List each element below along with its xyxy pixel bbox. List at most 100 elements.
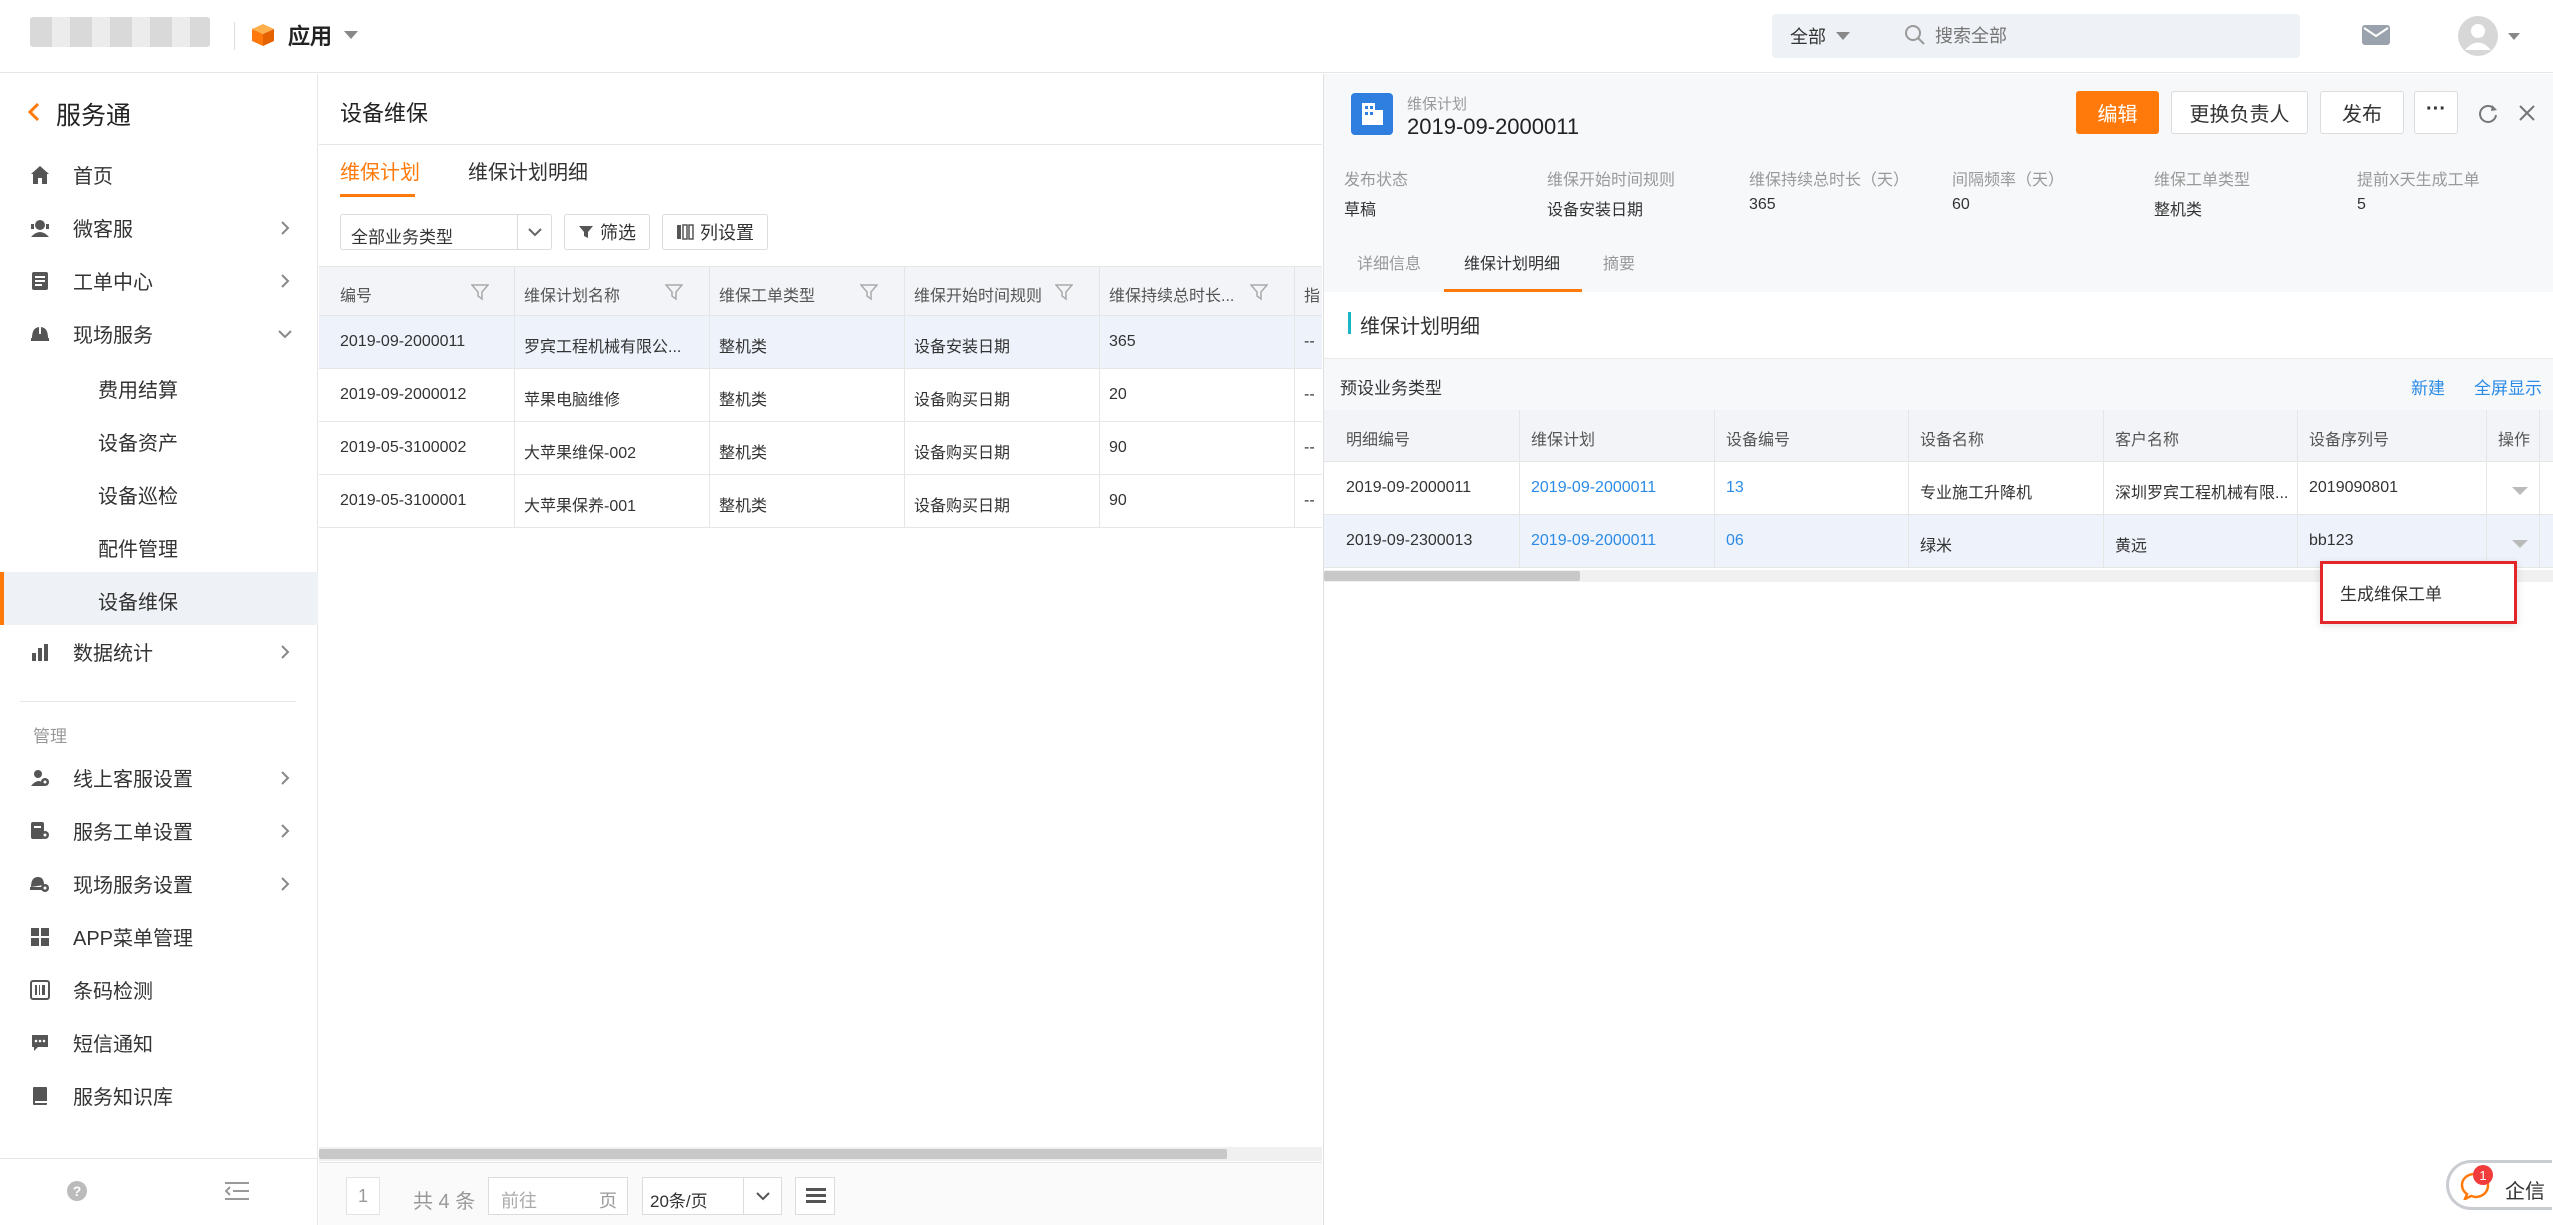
cell-plan-link[interactable]: 2019-09-2000011 bbox=[1531, 532, 1656, 550]
cell-plan-link[interactable]: 2019-09-2000011 bbox=[1531, 479, 1656, 497]
chevron-right-icon bbox=[280, 876, 290, 892]
collapse-menu-icon[interactable] bbox=[225, 1181, 249, 1201]
sidebar-item-label: 线上客服设置 bbox=[73, 769, 193, 791]
horizontal-scrollbar-thumb[interactable] bbox=[319, 1149, 1227, 1159]
row-action-caret-icon[interactable] bbox=[2512, 487, 2528, 495]
horizontal-scrollbar-thumb[interactable] bbox=[1324, 571, 1580, 581]
sidebar-item-ticket-center[interactable]: 工单中心 bbox=[0, 254, 318, 307]
avatar[interactable] bbox=[2457, 15, 2499, 57]
sidebar-back-link[interactable]: 服务通 bbox=[0, 88, 318, 138]
fullscreen-link[interactable]: 全屏显示 bbox=[2474, 374, 2542, 399]
sidebar-item-knowledge-base[interactable]: 服务知识库 bbox=[0, 1069, 318, 1122]
cell-device-no-link[interactable]: 13 bbox=[1726, 479, 1744, 497]
table-row[interactable]: 2019-05-3100001 大苹果保养-001 整机类 设备购买日期 90 … bbox=[319, 475, 1322, 528]
table-row[interactable]: 2019-09-2000011 2019-09-2000011 13 专业施工升… bbox=[1324, 462, 2553, 515]
column-settings-button[interactable]: 列设置 bbox=[662, 214, 768, 250]
filter-icon[interactable] bbox=[860, 283, 878, 301]
sidebar-subitem-assets[interactable]: 设备资产 bbox=[0, 413, 318, 466]
tab-maintenance-plan-detail[interactable]: 维保计划明细 bbox=[468, 156, 588, 198]
divider bbox=[517, 215, 518, 249]
sidebar-item-field-service[interactable]: 现场服务 bbox=[0, 307, 318, 360]
business-type-select[interactable]: 全部业务类型 bbox=[340, 214, 552, 250]
table-row[interactable]: 2019-09-2000011 罗宾工程机械有限公... 整机类 设备安装日期 … bbox=[319, 316, 1322, 369]
sidebar-item-online-service-settings[interactable]: 线上客服设置 bbox=[0, 751, 318, 804]
cell-id: 2019-09-2000012 bbox=[340, 386, 467, 403]
filter-icon[interactable] bbox=[1055, 283, 1073, 301]
tab-label: 维保计划 bbox=[340, 162, 420, 184]
app-switcher[interactable]: 应用 bbox=[250, 18, 359, 52]
sidebar-item-barcode[interactable]: 条码检测 bbox=[0, 963, 318, 1016]
new-link[interactable]: 新建 bbox=[2411, 374, 2445, 399]
sidebar-item-statistics[interactable]: 数据统计 bbox=[0, 625, 318, 678]
divider bbox=[319, 144, 1322, 145]
cell-name: 大苹果维保-002 bbox=[524, 445, 637, 462]
chevron-right-icon bbox=[280, 644, 290, 660]
filter-icon[interactable] bbox=[1250, 283, 1268, 301]
cell-duration: 90 bbox=[1109, 492, 1127, 509]
refresh-icon[interactable] bbox=[2477, 102, 2499, 124]
more-button[interactable]: ··· bbox=[2414, 91, 2458, 134]
column-divider bbox=[1908, 410, 1909, 568]
publish-button[interactable]: 发布 bbox=[2320, 91, 2404, 134]
caret-down-icon[interactable] bbox=[2508, 33, 2520, 40]
filter-icon[interactable] bbox=[471, 283, 489, 301]
sidebar-item-app-menu[interactable]: APP菜单管理 bbox=[0, 910, 318, 963]
cell-duration: 90 bbox=[1109, 439, 1127, 456]
search-input[interactable] bbox=[1935, 18, 2285, 54]
building-icon bbox=[1351, 93, 1393, 135]
close-icon[interactable] bbox=[2517, 103, 2537, 123]
sidebar-item-wechat-service[interactable]: 微客服 bbox=[0, 201, 318, 254]
cell-serial: bb123 bbox=[2309, 532, 2354, 549]
table-row[interactable]: 2019-05-3100002 大苹果维保-002 整机类 设备购买日期 90 … bbox=[319, 422, 1322, 475]
columns-label: 列设置 bbox=[700, 223, 754, 243]
grid-icon bbox=[30, 927, 50, 947]
columns-icon bbox=[676, 224, 694, 240]
field-label: 间隔频率（天） bbox=[1952, 172, 2065, 189]
sidebar-item-label: 微客服 bbox=[73, 219, 133, 241]
tab-active-underline bbox=[1444, 289, 1582, 292]
edit-button[interactable]: 编辑 bbox=[2076, 91, 2159, 134]
tab-summary[interactable]: 摘要 bbox=[1603, 250, 1635, 292]
cell-device-no-link[interactable]: 06 bbox=[1726, 532, 1744, 550]
page-number[interactable]: 1 bbox=[346, 1177, 380, 1215]
page-size-select[interactable]: 20条/页 bbox=[642, 1177, 782, 1215]
sidebar-subitem-inspection[interactable]: 设备巡检 bbox=[0, 466, 318, 519]
row-action-caret-icon[interactable] bbox=[2512, 540, 2528, 548]
cell-serial: 2019090801 bbox=[2309, 479, 2398, 496]
field-start-rule: 维保开始时间规则 设备安装日期 bbox=[1547, 166, 1675, 220]
sidebar: 服务通 首页 微客服 工单中心 现场服务 费用结算 设备资产 设备巡检 配件管理… bbox=[0, 74, 318, 1225]
search-scope-select[interactable]: 全部 bbox=[1790, 14, 1850, 58]
divider bbox=[0, 1158, 318, 1159]
help-icon[interactable]: ? bbox=[66, 1180, 88, 1202]
column-divider bbox=[904, 316, 905, 528]
generate-maintenance-ticket-menu-item[interactable]: 生成维保工单 bbox=[2323, 564, 2514, 621]
table-row[interactable]: 2019-09-2000012 苹果电脑维修 整机类 设备购买日期 20 -- bbox=[319, 369, 1322, 422]
density-toggle-button[interactable] bbox=[795, 1177, 835, 1215]
cell-type: 整机类 bbox=[719, 392, 768, 409]
sidebar-item-ticket-settings[interactable]: 服务工单设置 bbox=[0, 804, 318, 857]
detail-subheader: 预设业务类型 新建 全屏显示 bbox=[1324, 358, 2553, 410]
change-owner-button[interactable]: 更换负责人 bbox=[2171, 91, 2308, 134]
sidebar-item-home[interactable]: 首页 bbox=[0, 148, 318, 201]
tab-label: 详细信息 bbox=[1357, 256, 1422, 273]
barcode-icon bbox=[30, 980, 50, 1000]
filter-icon[interactable] bbox=[665, 283, 683, 301]
mail-icon[interactable] bbox=[2361, 22, 2391, 48]
field-label: 维保工单类型 bbox=[2154, 172, 2251, 189]
sidebar-item-field-service-settings[interactable]: 现场服务设置 bbox=[0, 857, 318, 910]
column-header: 设备序列号 bbox=[2309, 432, 2390, 449]
sidebar-subitem-expense[interactable]: 费用结算 bbox=[0, 360, 318, 413]
filter-button[interactable]: 筛选 bbox=[564, 214, 650, 250]
tab-plan-detail-active[interactable]: 维保计划明细 bbox=[1444, 250, 1582, 292]
sidebar-subitem-parts[interactable]: 配件管理 bbox=[0, 519, 318, 572]
cell-rule: 设备购买日期 bbox=[914, 392, 1011, 409]
field-total-duration: 维保持续总时长（天） 365 bbox=[1749, 166, 1909, 214]
chat-widget[interactable]: 1 企信 bbox=[2446, 1160, 2552, 1210]
tab-maintenance-plan[interactable]: 维保计划 bbox=[340, 156, 420, 198]
goto-page-input[interactable]: 前往 页 bbox=[488, 1177, 628, 1215]
column-header: 明细编号 bbox=[1346, 432, 1411, 449]
field-value: 60 bbox=[1952, 196, 1970, 213]
sidebar-subitem-maintenance-active[interactable]: 设备维保 bbox=[0, 572, 318, 625]
tab-detail-info[interactable]: 详细信息 bbox=[1357, 250, 1421, 292]
sidebar-item-sms[interactable]: 短信通知 bbox=[0, 1016, 318, 1069]
